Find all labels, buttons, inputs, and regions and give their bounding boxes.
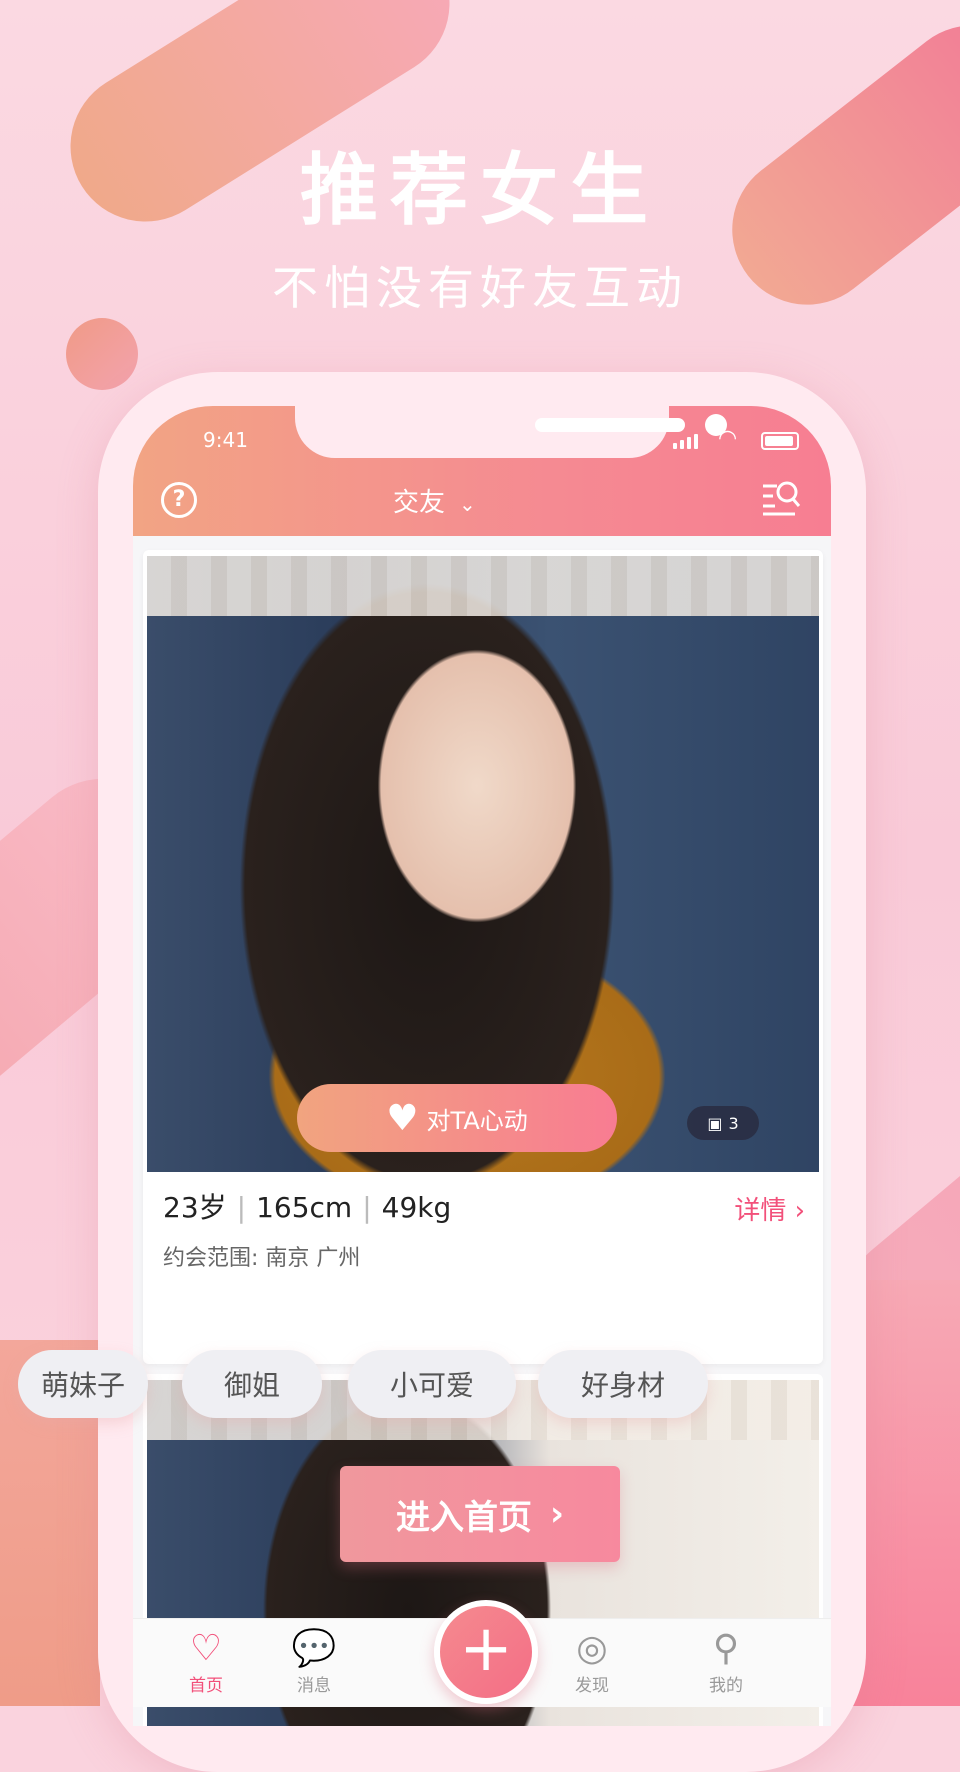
chevron-down-icon: ⌄ [459, 492, 476, 516]
wifi-icon: ◠ [718, 426, 738, 451]
plus-icon[interactable]: + [434, 1600, 538, 1704]
enter-home-button[interactable]: 进入首页 › [340, 1466, 620, 1562]
like-button[interactable]: ♥ 对TA心动 [297, 1084, 617, 1152]
promo-subheadline: 不怕没有好友互动 [272, 261, 688, 315]
image-icon: ▣ [707, 1113, 723, 1133]
enter-label: 进入首页 [395, 1497, 532, 1538]
tab-label: 发现 [575, 1676, 609, 1696]
tab-messages[interactable]: 💬 消息 [269, 1627, 359, 1696]
question-circle-icon[interactable]: ? [161, 482, 197, 518]
nav-title: 交友 [393, 488, 446, 518]
tag-chip[interactable]: 萌妹子 [18, 1350, 148, 1418]
app-header: 9:41 ◠ ? 交友 ⌄ [133, 406, 831, 536]
profile-photo[interactable]: ♥ 对TA心动 ▣ 3 [147, 556, 819, 1172]
tag-chip[interactable]: 好身材 [538, 1350, 708, 1418]
date-range: 约会范围: 南京 广州 [163, 1240, 360, 1272]
chat-icon: 💬 [291, 1628, 337, 1669]
like-label: 对TA心动 [426, 1106, 528, 1135]
divider: | [362, 1191, 372, 1224]
range-value: 南京 广州 [265, 1246, 361, 1271]
divider: | [236, 1191, 247, 1224]
photo-count-badge[interactable]: ▣ 3 [687, 1106, 759, 1140]
discover-icon: ◎ [576, 1628, 608, 1669]
heart-icon: ♥ [386, 1097, 419, 1139]
detail-link[interactable]: 详情 › [734, 1190, 805, 1227]
weight: 49kg [381, 1191, 452, 1224]
promo-headline: 推荐女生 [299, 146, 660, 236]
chevron-right-icon: › [549, 1494, 564, 1534]
photo-lace-curtain [147, 556, 819, 616]
range-label: 约会范围: [163, 1246, 259, 1271]
chevron-right-icon: › [794, 1196, 805, 1226]
decor-dot [66, 318, 138, 390]
profile-stats: 23岁 | 165cm | 49kg [163, 1186, 451, 1226]
battery-icon [761, 432, 799, 450]
nav-title-dropdown[interactable]: 交友 ⌄ [393, 482, 476, 519]
heart-icon: ♡ [189, 1628, 223, 1669]
detail-label: 详情 [734, 1196, 787, 1226]
tag-chip[interactable]: 御姐 [182, 1350, 322, 1418]
tag-chip[interactable]: 小可爱 [348, 1350, 516, 1418]
height: 165cm [256, 1191, 353, 1224]
tab-profile[interactable]: ⚲ 我的 [681, 1627, 771, 1696]
tab-label: 首页 [189, 1676, 223, 1696]
tab-discover[interactable]: ◎ 发现 [547, 1627, 637, 1696]
tab-home[interactable]: ♡ 首页 [161, 1627, 251, 1696]
phone-notch [295, 406, 727, 458]
speaker [535, 418, 685, 432]
photo-count: 3 [728, 1113, 739, 1133]
search-filter-icon[interactable] [761, 478, 801, 518]
tab-label: 我的 [709, 1676, 743, 1696]
status-time: 9:41 [203, 428, 248, 452]
profile-card[interactable]: ♥ 对TA心动 ▣ 3 23岁 | 165cm | 49kg 详情 › 约会范围: 南京… [143, 550, 823, 1364]
tab-label: 消息 [297, 1676, 331, 1696]
profile-icon: ⚲ [712, 1628, 740, 1669]
age: 23岁 [163, 1191, 227, 1224]
signal-icon [673, 434, 698, 449]
